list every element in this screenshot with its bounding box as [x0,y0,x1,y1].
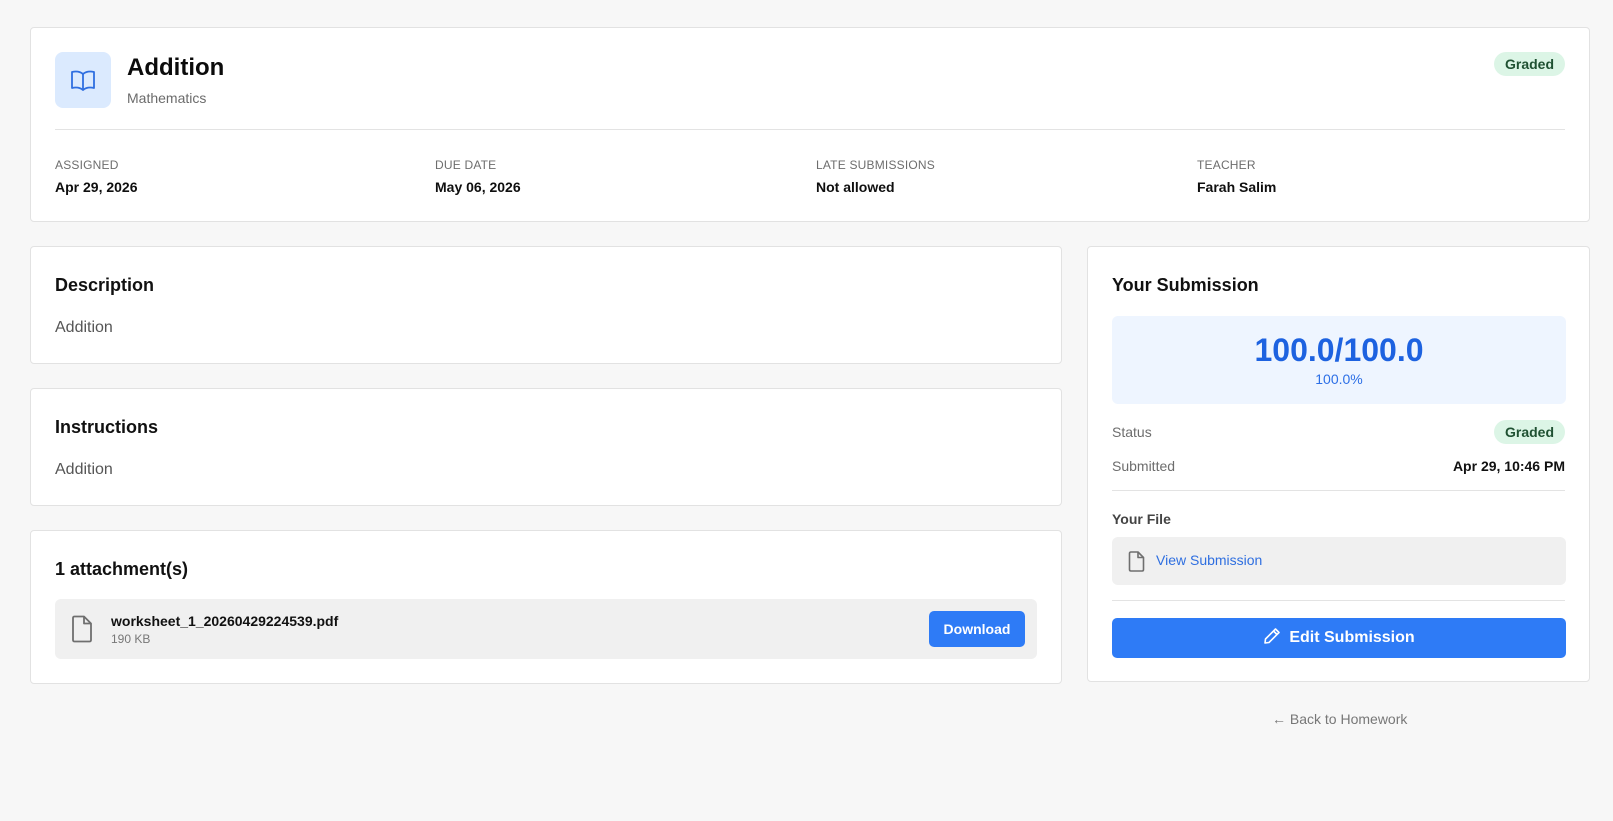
meta-label: TEACHER [1197,158,1256,172]
attachment-file-name: worksheet_1_20260429224539.pdf [111,613,339,629]
score-box: 100.0/100.0 100.0% [1112,316,1566,404]
meta-assigned: ASSIGNED Apr 29, 2026 [55,158,138,195]
download-button[interactable]: Download [929,611,1025,647]
divider [1112,490,1565,491]
meta-label: LATE SUBMISSIONS [816,158,936,172]
divider [1112,600,1565,601]
attachments-card: 1 attachment(s) worksheet_1_202604292245… [30,530,1062,684]
submission-status-badge: Graded [1493,420,1565,444]
score-value: 100.0/100.0 [1254,332,1424,368]
meta-label: DUE DATE [435,158,497,172]
score-percent: 100.0% [1315,371,1363,387]
file-icon [1128,551,1145,577]
page-title: Addition [127,54,225,81]
submitted-value: Apr 29, 10:46 PM [1452,458,1565,474]
file-icon [71,615,93,648]
attachment-file-size: 190 KB [111,632,151,646]
book-open-icon [55,52,111,108]
instructions-title: Instructions [55,417,159,437]
meta-late-submissions: LATE SUBMISSIONS Not allowed [816,158,935,195]
instructions-card: Instructions Addition [30,388,1062,506]
meta-value: May 06, 2026 [435,179,521,195]
description-body: Addition [55,319,113,336]
status-badge: Graded [1493,52,1565,76]
submission-card: Your Submission 100.0/100.0 100.0% Statu… [1087,246,1590,682]
submitted-label: Submitted [1112,458,1176,474]
meta-value: Apr 29, 2026 [55,179,138,195]
status-label: Status [1112,424,1152,440]
attachments-title: 1 attachment(s) [55,559,189,579]
meta-label: ASSIGNED [55,158,119,172]
homework-header-card: Addition Mathematics Graded ASSIGNED Apr… [30,27,1590,222]
edit-submission-label: Edit Submission [1289,629,1415,646]
meta-value: Not allowed [816,179,895,195]
view-submission-link[interactable]: View Submission [1156,552,1262,568]
subject-label: Mathematics [127,90,207,106]
instructions-body: Addition [55,461,113,478]
edit-submission-button[interactable]: Edit Submission [1112,618,1566,658]
divider [55,129,1565,130]
back-to-homework-link[interactable]: ← Back to Homework [1272,711,1407,727]
meta-due-date: DUE DATE May 06, 2026 [435,158,521,195]
meta-teacher: TEACHER Farah Salim [1197,158,1276,195]
your-file-label: Your File [1112,511,1171,527]
description-title: Description [55,275,155,295]
submission-title: Your Submission [1112,275,1259,295]
description-card: Description Addition [30,246,1062,364]
attachment-item: worksheet_1_20260429224539.pdf 190 KB Do… [55,599,1037,659]
your-file-row: View Submission [1112,537,1566,585]
pencil-icon [1263,627,1281,650]
meta-value: Farah Salim [1197,179,1277,195]
